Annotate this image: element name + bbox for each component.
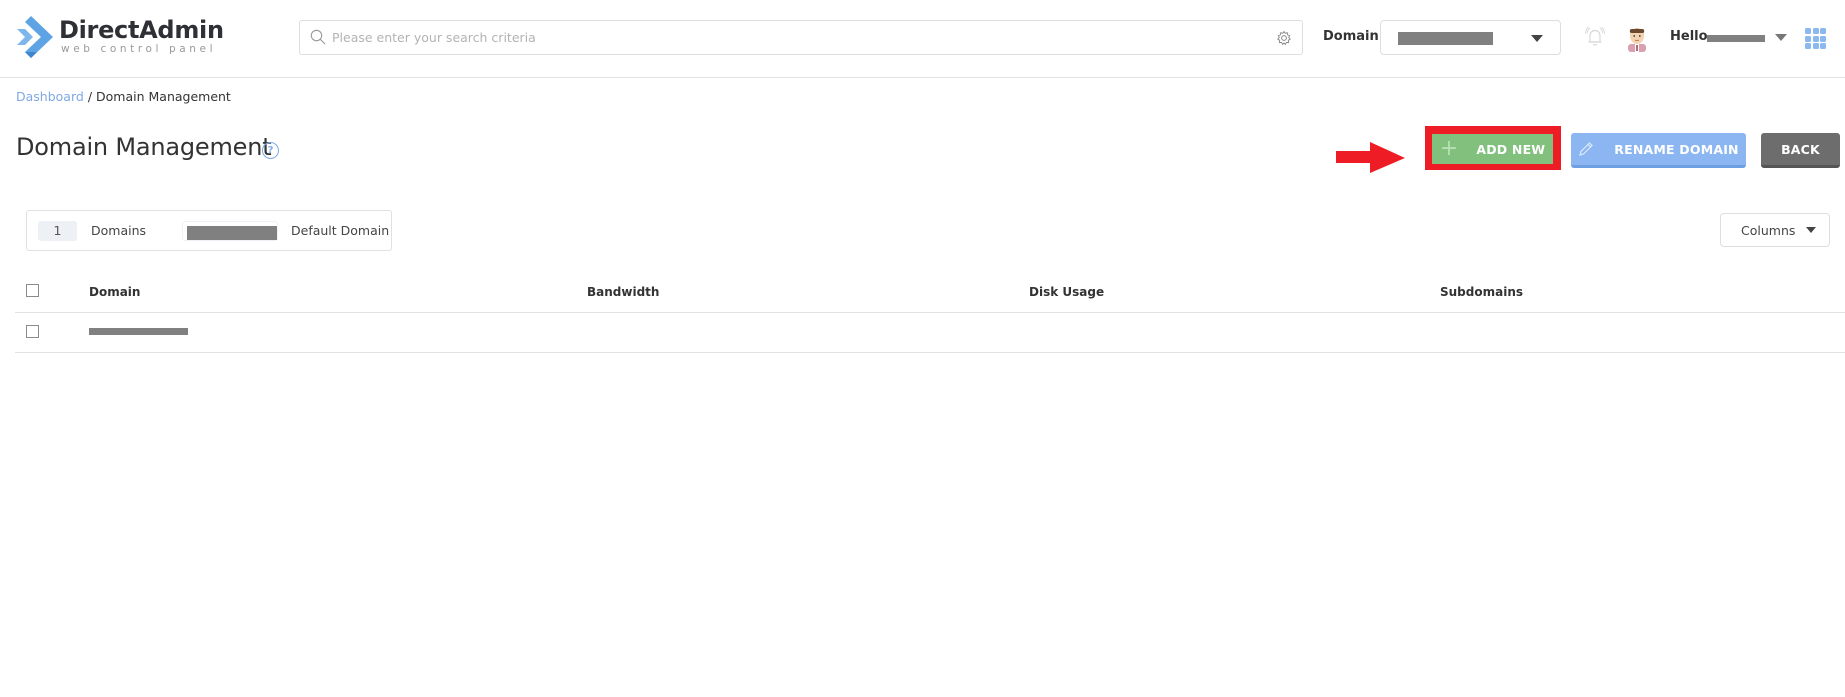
- logo-icon: [17, 16, 53, 58]
- logo-subtitle: web control panel: [61, 43, 217, 55]
- breadcrumb-current: Domain Management: [96, 89, 231, 104]
- row-checkbox[interactable]: [26, 325, 39, 338]
- default-domain-value: [182, 221, 278, 241]
- column-header-domain[interactable]: Domain: [89, 285, 140, 299]
- search-box[interactable]: [299, 20, 1303, 55]
- help-icon[interactable]: ?: [262, 142, 279, 159]
- gear-icon[interactable]: [1276, 30, 1292, 46]
- header-divider: [15, 312, 1845, 313]
- row-divider: [15, 352, 1845, 353]
- default-domain-label: Default Domain: [291, 223, 390, 238]
- chevron-down-icon: [1806, 227, 1816, 233]
- username-redacted[interactable]: [1707, 35, 1765, 42]
- apps-grid-icon[interactable]: [1805, 28, 1826, 49]
- domain-count-badge: 1: [38, 221, 77, 241]
- back-label: BACK: [1781, 141, 1820, 157]
- search-input[interactable]: [332, 21, 1252, 54]
- chevron-down-icon: [1531, 35, 1543, 42]
- annotation-arrow-icon: [1336, 142, 1405, 173]
- row-domain-redacted[interactable]: [89, 328, 188, 335]
- pencil-icon: [1579, 142, 1594, 156]
- avatar[interactable]: [1625, 24, 1649, 52]
- logo-title[interactable]: DirectAdmin: [59, 16, 224, 44]
- rename-domain-label: RENAME DOMAIN: [1614, 141, 1739, 157]
- page-title: Domain Management: [16, 133, 272, 161]
- add-new-button[interactable]: + ADD NEW: [1432, 134, 1553, 164]
- user-menu-chevron-icon[interactable]: [1775, 34, 1787, 41]
- column-header-disk-usage[interactable]: Disk Usage: [1029, 285, 1104, 299]
- breadcrumb: Dashboard / Domain Management: [16, 89, 231, 104]
- default-domain-redacted: [187, 226, 277, 240]
- select-all-checkbox[interactable]: [26, 284, 39, 297]
- rename-domain-button[interactable]: RENAME DOMAIN: [1571, 133, 1746, 168]
- domain-select-value-redacted: [1398, 32, 1493, 45]
- breadcrumb-dashboard-link[interactable]: Dashboard: [16, 89, 84, 104]
- bell-icon[interactable]: [1583, 25, 1607, 49]
- top-header: DirectAdmin web control panel Domain: [0, 0, 1845, 78]
- domain-label: Domain: [1323, 29, 1379, 44]
- back-button[interactable]: BACK: [1761, 133, 1840, 168]
- breadcrumb-separator: /: [87, 89, 93, 104]
- plus-icon: +: [1439, 136, 1459, 161]
- column-header-bandwidth[interactable]: Bandwidth: [587, 285, 659, 299]
- domains-label: Domains: [91, 223, 147, 238]
- search-icon: [310, 29, 326, 45]
- columns-dropdown-button[interactable]: Columns: [1720, 213, 1830, 247]
- columns-label: Columns: [1741, 223, 1796, 238]
- domain-select[interactable]: [1380, 20, 1561, 55]
- column-header-subdomains[interactable]: Subdomains: [1440, 285, 1523, 299]
- domain-stats-box: 1 Domains Default Domain: [26, 210, 392, 251]
- add-new-label: ADD NEW: [1476, 141, 1546, 157]
